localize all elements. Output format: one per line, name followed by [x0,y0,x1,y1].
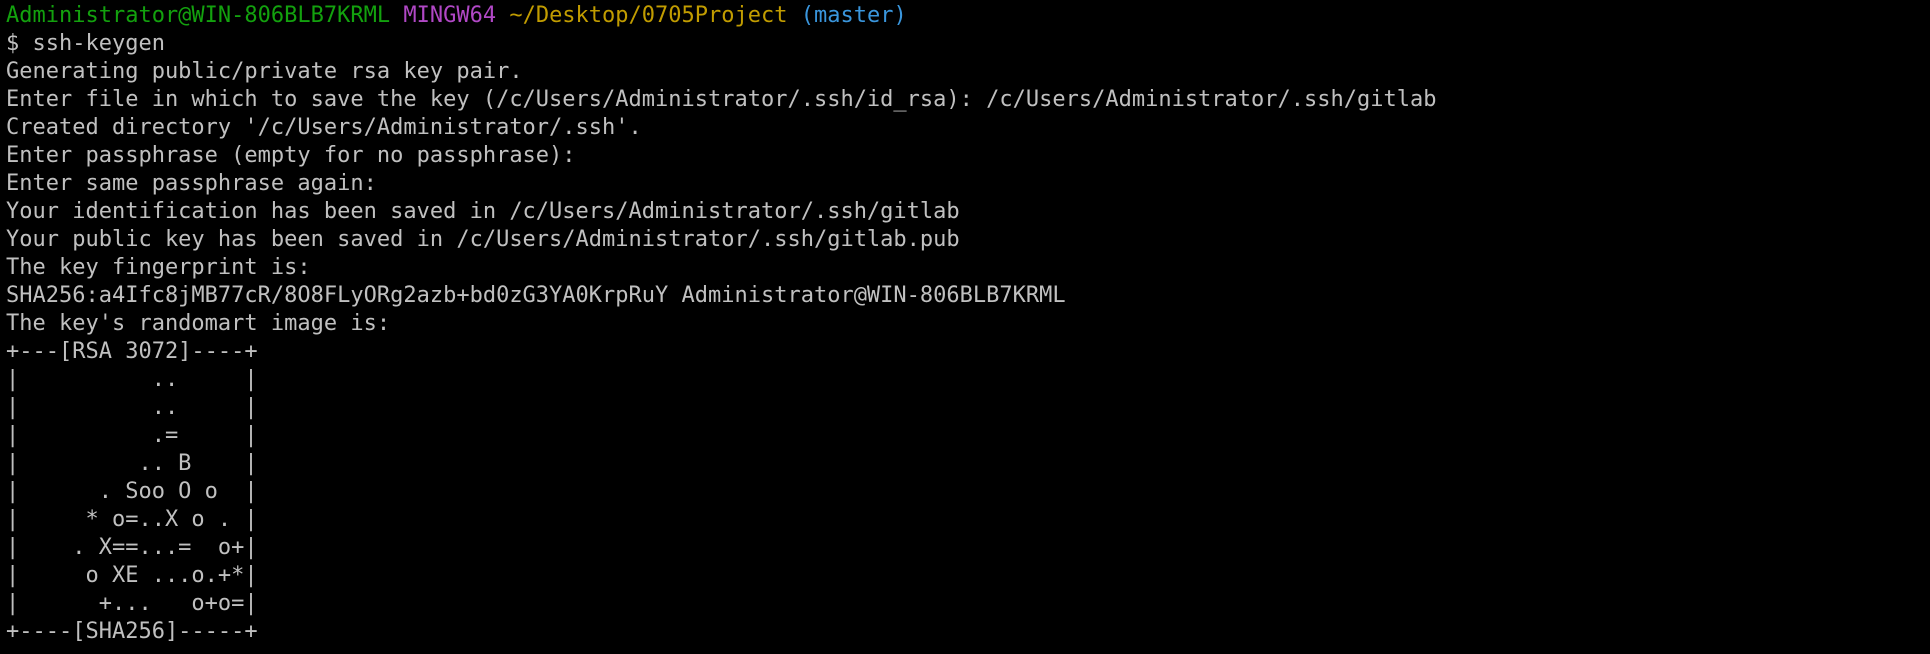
randomart-line: | .= | [6,423,258,448]
output-line: Created directory '/c/Users/Administrato… [6,115,642,140]
randomart-line: | . X==...= o+| [6,535,258,560]
randomart-line: +----[SHA256]-----+ [6,619,258,644]
randomart-line: | .. B | [6,451,258,476]
fingerprint-line: SHA256:a4Ifc8jMB77cR/8O8FLyORg2azb+bd0zG… [6,283,1066,308]
prompt-line: Administrator@WIN-806BLB7KRML MINGW64 ~/… [6,2,1930,30]
randomart-line: | +... o+o=| [6,591,258,616]
prompt-branch: (master) [800,3,907,28]
prompt-user-host: Administrator@WIN-806BLB7KRML [6,3,391,28]
randomart-line: | . Soo O o | [6,479,258,504]
output-line: Enter same passphrase again: [6,171,377,196]
command-text: ssh-keygen [32,31,165,56]
terminal-window[interactable]: Administrator@WIN-806BLB7KRML MINGW64 ~/… [0,0,1930,654]
output-line: Enter passphrase (empty for no passphras… [6,143,576,168]
randomart-line: | .. | [6,367,258,392]
randomart-line: | .. | [6,395,258,420]
prompt-path: ~/Desktop/0705Project [509,3,788,28]
output-line: Your public key has been saved in /c/Use… [6,227,960,252]
prompt-symbol: $ [6,31,20,56]
output-line: The key fingerprint is: [6,255,311,280]
output-line: Enter file in which to save the key (/c/… [6,87,1437,112]
command-line: $ ssh-keygen [6,30,1930,58]
prompt-system: MINGW64 [403,3,497,28]
output-line: The key's randomart image is: [6,311,391,336]
randomart-line: | o XE ...o.+*| [6,563,258,588]
randomart-line: +---[RSA 3072]----+ [6,339,258,364]
output-line: Generating public/private rsa key pair. [6,59,523,84]
output-line: Your identification has been saved in /c… [6,199,960,224]
randomart-line: | * o=..X o . | [6,507,258,532]
